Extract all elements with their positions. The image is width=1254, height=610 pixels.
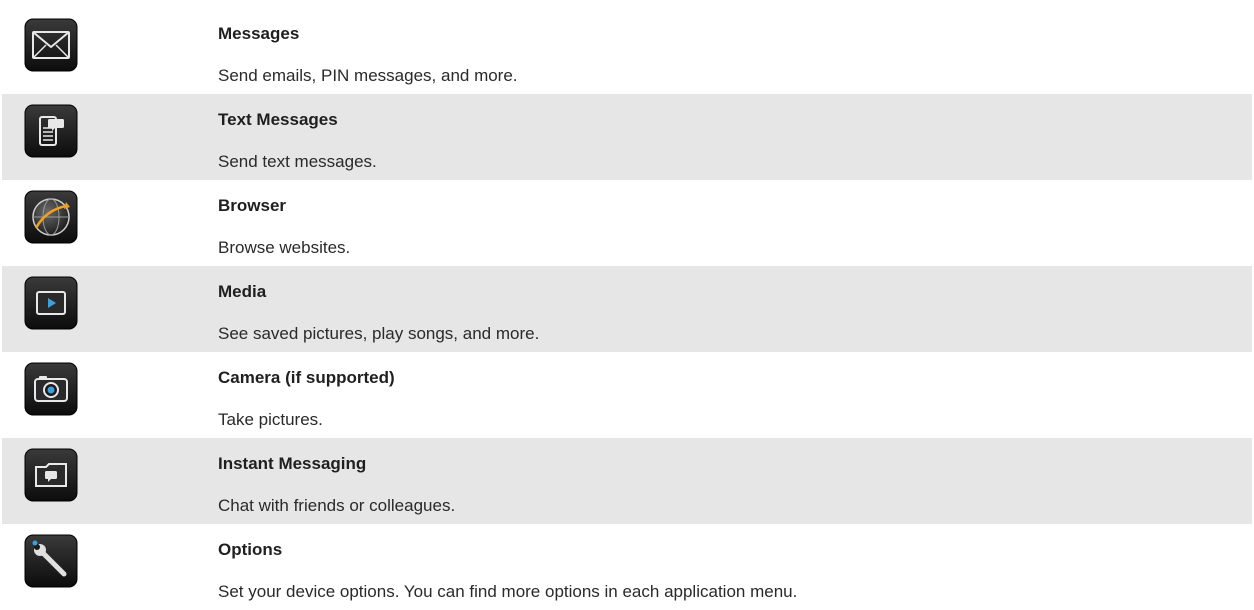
app-description: Send emails, PIN messages, and more. (218, 66, 518, 85)
app-name: Instant Messaging (218, 454, 367, 473)
app-name: Options (218, 540, 283, 559)
globe-icon (24, 190, 80, 246)
table-row-options: Options Set your device options. You can… (2, 524, 1252, 610)
app-name: Browser (218, 196, 287, 215)
app-description: Chat with friends or colleagues. (218, 496, 456, 515)
text-message-phone-icon (24, 104, 80, 160)
table-row-browser: Browser Browse websites. (2, 180, 1252, 266)
table-row-instant-messaging: Instant Messaging Chat with friends or c… (2, 438, 1252, 524)
app-description: See saved pictures, play songs, and more… (218, 324, 540, 343)
table-row-media: Media See saved pictures, play songs, an… (2, 266, 1252, 352)
chat-folder-icon (24, 448, 80, 504)
app-name: Camera (if supported) (218, 368, 395, 387)
wrench-icon (24, 534, 80, 590)
app-description: Browse websites. (218, 238, 351, 257)
envelope-icon (24, 18, 80, 74)
camera-icon (24, 362, 80, 418)
app-name: Messages (218, 24, 300, 43)
app-description: Send text messages. (218, 152, 377, 171)
app-name: Media (218, 282, 267, 301)
app-list-table: Messages Send emails, PIN messages, and … (0, 0, 1254, 610)
app-description: Set your device options. You can find mo… (218, 582, 798, 601)
app-description: Take pictures. (218, 410, 323, 429)
table-row-camera: Camera (if supported) Take pictures. (2, 352, 1252, 438)
media-play-icon (24, 276, 80, 332)
app-name: Text Messages (218, 110, 338, 129)
table-row-messages: Messages Send emails, PIN messages, and … (2, 8, 1252, 94)
table-row-text-messages: Text Messages Send text messages. (2, 94, 1252, 180)
